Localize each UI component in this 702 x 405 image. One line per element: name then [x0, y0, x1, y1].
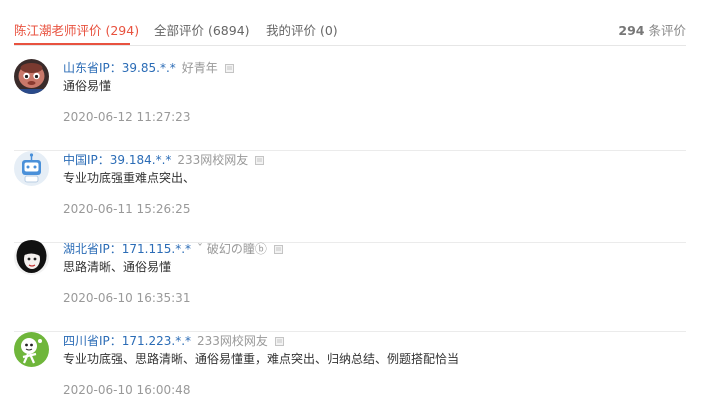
review-item: 四川省IP：171.223.*.* 233网校网友 专业功底强、思路清晰、通俗易懂…	[14, 332, 686, 405]
review-date: 2020-06-10 16:00:48	[63, 383, 191, 397]
review-content: 专业功底强重难点突出、	[63, 171, 196, 185]
report-icon[interactable]	[255, 154, 265, 165]
review-meta: 中国IP：39.184.*.* 233网校网友	[63, 151, 265, 167]
review-tabs: 陈江潮老师评价 (294) 全部评价 (6894) 我的评价 (0) 294 条评…	[14, 0, 686, 46]
reviewer-nickname: 好青年	[181, 61, 218, 75]
review-item: 山东省IP：39.85.*.* 好青年 通俗易懂 2020-06-12 11:27…	[14, 59, 686, 151]
review-count-unit: 条评价	[648, 23, 686, 38]
reviewer-ip: 四川省IP：171.223.*.*	[63, 334, 192, 348]
reviewer-ip: 湖北省IP：171.115.*.*	[63, 242, 192, 256]
tab-teacher-reviews[interactable]: 陈江潮老师评价 (294)	[14, 20, 139, 39]
review-content: 专业功底强、思路清晰、通俗易懂重，难点突出、归纳总结、例题搭配恰当	[63, 352, 460, 366]
robot-default-avatar	[14, 151, 49, 186]
cartoon-boy-avatar	[14, 59, 49, 94]
green-cartoon-avatar	[14, 332, 49, 367]
report-icon[interactable]	[224, 62, 234, 73]
review-date: 2020-06-10 16:35:31	[63, 291, 191, 305]
review-date: 2020-06-12 11:27:23	[63, 110, 191, 124]
review-meta: 四川省IP：171.223.*.* 233网校网友	[63, 332, 284, 348]
reviewer-ip: 中国IP：39.184.*.*	[63, 153, 172, 167]
reviewer-nickname: 233网校网友	[197, 334, 268, 348]
review-item: 中国IP：39.184.*.* 233网校网友 专业功底强重难点突出、 2020-…	[14, 151, 686, 243]
reviews-panel: 陈江潮老师评价 (294) 全部评价 (6894) 我的评价 (0) 294 条评…	[0, 0, 702, 405]
tab-my-reviews[interactable]: 我的评价 (0)	[266, 20, 338, 39]
report-icon[interactable]	[273, 243, 283, 254]
review-item: 湖北省IP：171.115.*.* ˇ 破幻の瞳ⓑ 思路清晰、通俗易懂 2020-…	[14, 240, 686, 332]
review-meta: 山东省IP：39.85.*.* 好青年	[63, 59, 234, 75]
review-content: 思路清晰、通俗易懂	[63, 260, 172, 274]
review-count: 294	[618, 23, 645, 38]
review-total: 294 条评价	[618, 20, 686, 39]
active-tab-indicator	[14, 43, 130, 45]
tab-all-reviews[interactable]: 全部评价 (6894)	[154, 20, 250, 39]
black-hair-girl-avatar	[14, 240, 49, 275]
reviewer-nickname: 233网校网友	[177, 153, 249, 167]
review-date: 2020-06-11 15:26:25	[63, 202, 191, 216]
report-icon[interactable]	[274, 335, 284, 346]
reviewer-ip: 山东省IP：39.85.*.*	[63, 61, 176, 75]
review-content: 通俗易懂	[63, 79, 112, 93]
review-meta: 湖北省IP：171.115.*.* ˇ 破幻の瞳ⓑ	[63, 240, 283, 256]
reviewer-nickname: ˇ 破幻の瞳ⓑ	[197, 242, 267, 256]
